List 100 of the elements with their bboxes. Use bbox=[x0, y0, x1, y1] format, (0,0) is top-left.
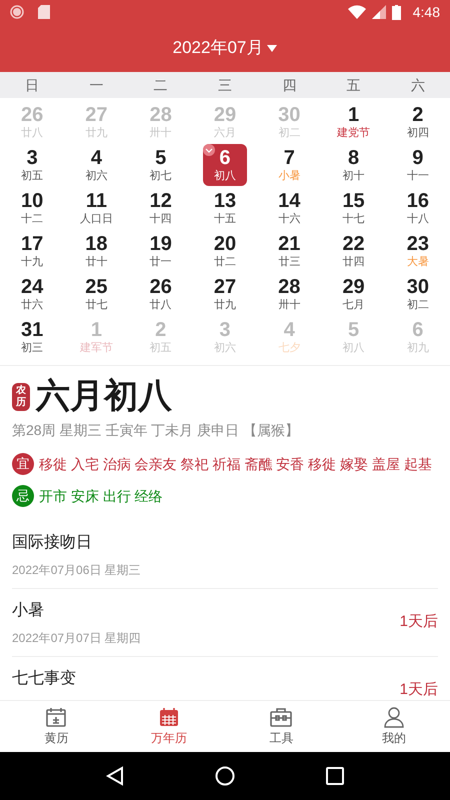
day-number: 31 bbox=[21, 319, 44, 341]
calendar-day[interactable]: 28 卅十 bbox=[267, 273, 312, 315]
recents-icon[interactable] bbox=[326, 767, 344, 785]
day-subtitle: 初七 bbox=[150, 169, 172, 183]
calendar-day[interactable]: 24 廿六 bbox=[10, 273, 54, 315]
day-number: 8 bbox=[348, 147, 360, 169]
calendar-day[interactable]: 22 廿四 bbox=[332, 230, 376, 272]
day-number: 25 bbox=[85, 276, 108, 298]
event-countdown: 1天后 bbox=[400, 612, 438, 632]
calendar-day[interactable]: 19 廿一 bbox=[138, 230, 183, 272]
calendar-day[interactable]: 31 初三 bbox=[10, 316, 54, 358]
calendar-day[interactable]: 27 廿九 bbox=[202, 273, 247, 315]
calendar-day[interactable]: 29 七月 bbox=[332, 273, 376, 315]
day-subtitle: 廿十 bbox=[85, 255, 108, 269]
day-number: 26 bbox=[150, 276, 172, 298]
event-date: 2022年07月06日 星期三 bbox=[12, 562, 141, 579]
calendar-day[interactable]: 5 初七 bbox=[138, 144, 183, 186]
event-item[interactable]: 国际接吻日 2022年07月06日 星期三 bbox=[12, 521, 438, 589]
signal-icon bbox=[372, 5, 386, 19]
record-icon bbox=[10, 5, 24, 19]
day-number: 12 bbox=[150, 190, 172, 212]
calendar-day[interactable]: 11 人口日 bbox=[74, 187, 118, 229]
calendar-day[interactable]: 26 廿八 bbox=[138, 273, 183, 315]
day-number: 28 bbox=[150, 104, 172, 126]
day-number: 4 bbox=[284, 319, 295, 341]
weekday-label: 四 bbox=[281, 76, 298, 94]
calendar-day[interactable]: 21 廿三 bbox=[267, 230, 312, 272]
nav-tab[interactable]: 工具 bbox=[225, 701, 338, 752]
calendar-day[interactable]: 25 廿七 bbox=[74, 273, 118, 315]
event-item[interactable]: 小暑 2022年07月07日 星期四 1天后 bbox=[12, 589, 438, 657]
calendar-day[interactable]: 14 十六 bbox=[267, 187, 312, 229]
day-number: 1 bbox=[90, 319, 102, 341]
calendar-day[interactable]: 30 初二 bbox=[396, 273, 440, 315]
nav-tab[interactable]: 黄历 bbox=[0, 701, 112, 752]
calendar-day[interactable]: 13 十五 bbox=[202, 187, 247, 229]
day-subtitle: 初六 bbox=[214, 341, 236, 355]
calendar-day[interactable]: 6 初八 bbox=[202, 144, 247, 186]
day-number: 4 bbox=[90, 147, 102, 169]
calendar-day[interactable]: 3 初五 bbox=[10, 144, 54, 186]
day-number: 26 bbox=[21, 104, 44, 126]
calendar-day[interactable]: 18 廿十 bbox=[74, 230, 118, 272]
toolbox-icon bbox=[269, 706, 294, 728]
day-subtitle: 廿四 bbox=[342, 255, 365, 269]
month-selector[interactable]: 2022年07月 bbox=[172, 35, 278, 61]
day-number: 20 bbox=[214, 233, 236, 255]
weekday-label: 日 bbox=[24, 76, 40, 94]
day-number: 1 bbox=[348, 104, 360, 126]
day-subtitle: 初四 bbox=[406, 126, 429, 140]
day-subtitle: 廿八 bbox=[21, 126, 44, 140]
calendar-day[interactable]: 17 十九 bbox=[10, 230, 54, 272]
calendar-day[interactable]: 12 十四 bbox=[138, 187, 183, 229]
day-subtitle: 十六 bbox=[278, 212, 300, 226]
good-activities: 移徙 入宅 治病 会亲友 祭祀 祈福 斋醮 安香 移徙 嫁娶 盖屋 起基 bbox=[39, 454, 432, 474]
calendar-day[interactable]: 4 初六 bbox=[74, 144, 118, 186]
calendar-day[interactable]: 8 初十 bbox=[332, 144, 376, 186]
nav-tab[interactable]: 万年历 bbox=[112, 701, 225, 752]
day-subtitle: 廿三 bbox=[278, 255, 300, 269]
day-number: 16 bbox=[406, 190, 429, 212]
calendar-icon bbox=[158, 706, 180, 728]
back-icon[interactable] bbox=[106, 766, 124, 786]
day-number: 23 bbox=[406, 233, 429, 255]
day-subtitle: 廿二 bbox=[214, 255, 236, 269]
status-time: 4:48 bbox=[412, 2, 440, 22]
weekday-label: 二 bbox=[152, 76, 169, 94]
nav-tab[interactable]: 我的 bbox=[338, 701, 450, 752]
day-subtitle: 十四 bbox=[150, 212, 172, 226]
wifi-icon bbox=[348, 5, 366, 19]
weekday-label: 五 bbox=[346, 76, 362, 94]
calendar-day[interactable]: 15 十七 bbox=[332, 187, 376, 229]
calendar-day[interactable]: 1 建党节 bbox=[332, 101, 376, 143]
event-countdown: 1天后 bbox=[400, 680, 438, 700]
lunar-badge: 农历 bbox=[12, 383, 30, 411]
day-subtitle: 建党节 bbox=[337, 126, 370, 140]
day-number: 19 bbox=[150, 233, 172, 255]
day-number: 7 bbox=[284, 147, 295, 169]
day-number: 3 bbox=[26, 147, 38, 169]
home-icon[interactable] bbox=[214, 766, 235, 786]
day-subtitle: 七月 bbox=[342, 298, 365, 312]
day-number: 15 bbox=[342, 190, 365, 212]
event-date: 2022年07月07日 星期四 bbox=[12, 630, 141, 647]
calendar-day[interactable]: 16 十八 bbox=[396, 187, 440, 229]
day-subtitle: 人口日 bbox=[80, 212, 113, 226]
calendar-day[interactable]: 9 十一 bbox=[396, 144, 440, 186]
calendar-day[interactable]: 20 廿二 bbox=[202, 230, 247, 272]
calendar-day[interactable]: 2 初四 bbox=[396, 101, 440, 143]
day-number: 9 bbox=[412, 147, 424, 169]
day-number: 14 bbox=[278, 190, 300, 212]
day-subtitle: 十七 bbox=[342, 212, 365, 226]
day-number: 27 bbox=[85, 104, 108, 126]
day-subtitle: 初三 bbox=[21, 341, 44, 355]
day-number: 6 bbox=[412, 319, 424, 341]
day-subtitle: 六月 bbox=[214, 126, 236, 140]
calendar-day[interactable]: 7 小暑 bbox=[267, 144, 312, 186]
day-number: 24 bbox=[21, 276, 44, 298]
calendar-day[interactable]: 23 大暑 bbox=[396, 230, 440, 272]
event-title: 小暑 bbox=[12, 600, 45, 621]
day-subtitle: 建军节 bbox=[80, 341, 113, 355]
calendar-day[interactable]: 10 十二 bbox=[10, 187, 54, 229]
weekday-label: 三 bbox=[216, 76, 233, 94]
day-number: 6 bbox=[219, 147, 231, 169]
